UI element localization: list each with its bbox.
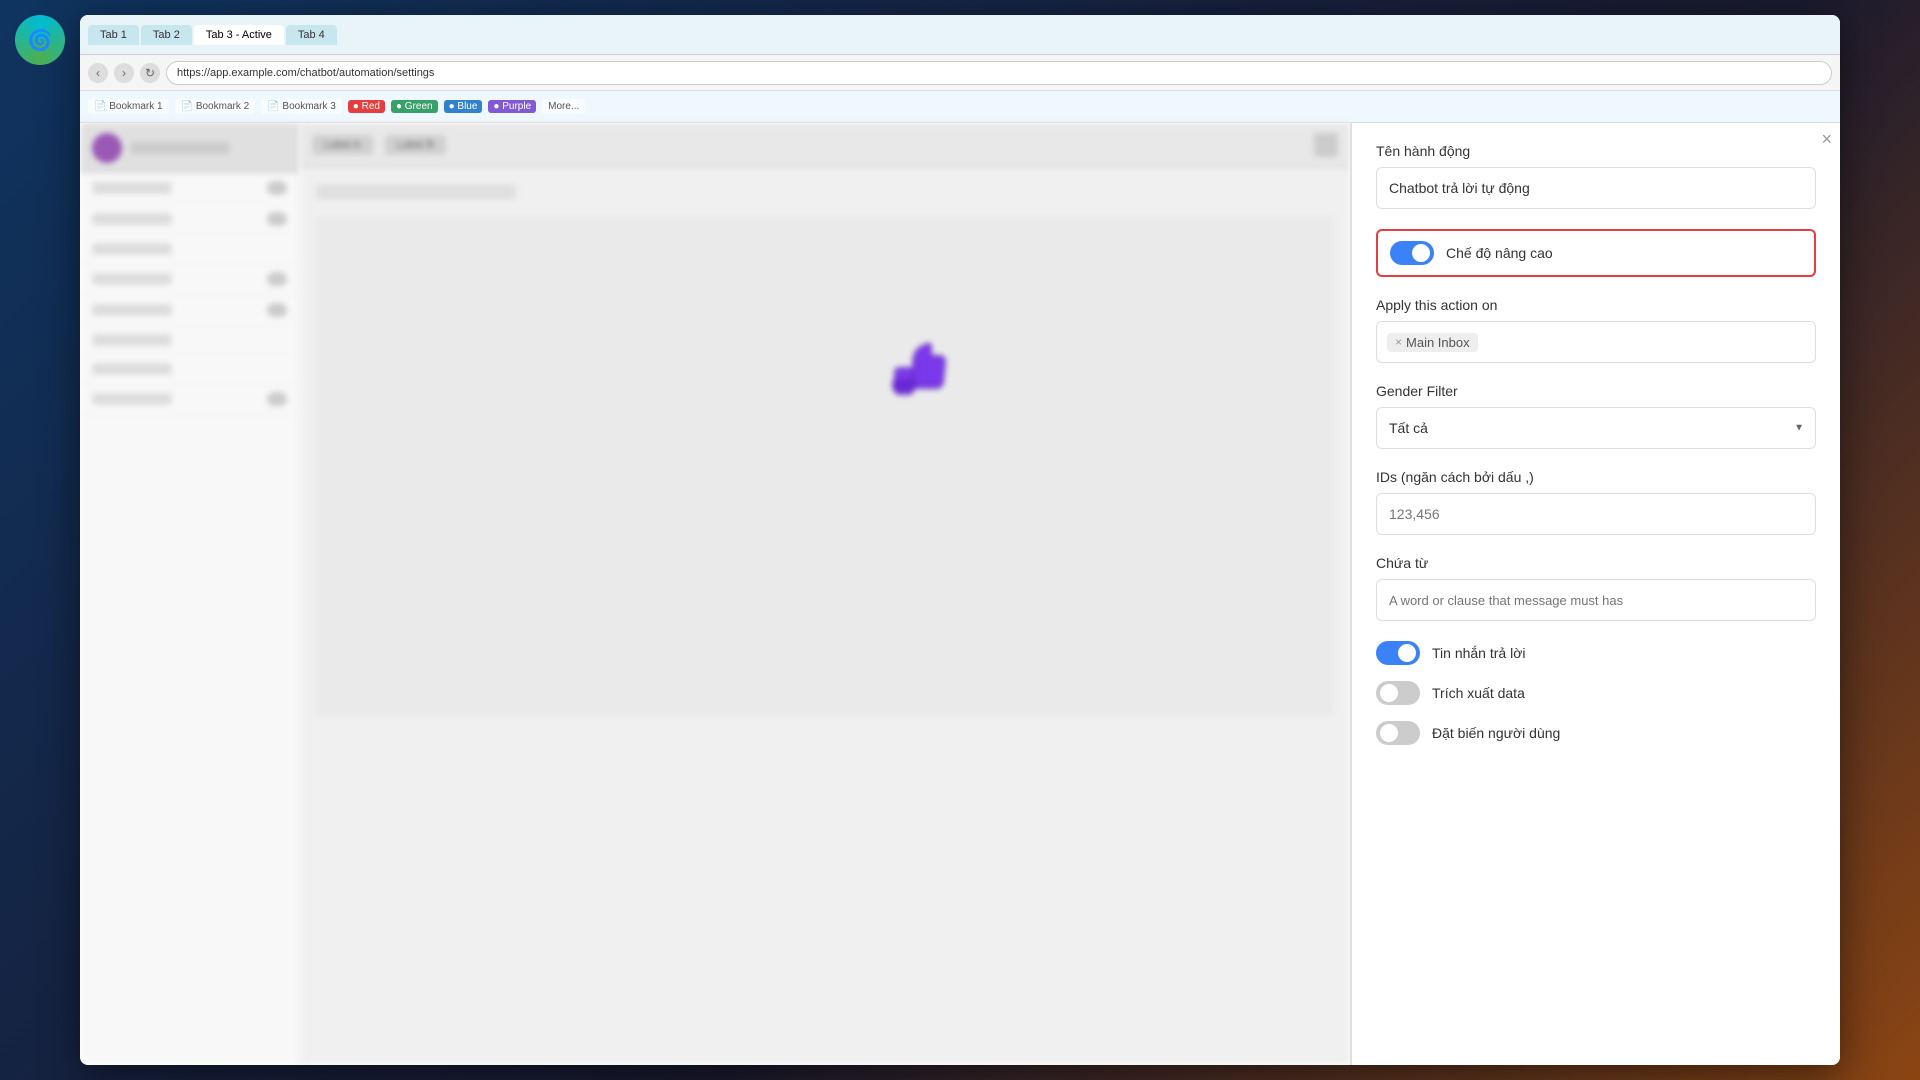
sidebar-item-5[interactable] — [80, 295, 299, 326]
bookmarks-bar: 📄 Bookmark 1 📄 Bookmark 2 📄 Bookmark 3 ●… — [80, 91, 1840, 123]
chua-tu-group: Chứa từ — [1376, 555, 1816, 621]
sidebar-item-label-4 — [92, 273, 172, 285]
browser-tab-4[interactable]: Tab 4 — [286, 25, 337, 45]
main-tab-close — [1314, 133, 1338, 157]
apply-on-group: Apply this action on × Main Inbox — [1376, 297, 1816, 363]
sidebar-item-6[interactable] — [80, 326, 299, 355]
advanced-mode-row: Chế độ nâng cao — [1376, 229, 1816, 277]
tag-label: Main Inbox — [1406, 335, 1470, 350]
gender-filter-wrapper: Tất cả Nam Nữ — [1376, 407, 1816, 449]
tin-nhan-label: Tin nhắn trả lời — [1432, 645, 1525, 661]
trich-xuat-slider — [1376, 681, 1420, 705]
dat-bien-row: Đặt biến người dùng — [1376, 721, 1816, 745]
app-area: Label A Label B — [80, 123, 1840, 1065]
sidebar-item-7[interactable] — [80, 355, 299, 384]
browser-tabbar: Tab 1 Tab 2 Tab 3 - Active Tab 4 — [80, 15, 1840, 55]
sidebar-badge-8 — [267, 392, 287, 406]
apply-on-tag: × Main Inbox — [1387, 333, 1478, 352]
ids-group: IDs (ngăn cách bởi dấu ,) — [1376, 469, 1816, 535]
sidebar-item-3[interactable] — [80, 235, 299, 264]
tin-nhan-row: Tin nhắn trả lời — [1376, 641, 1816, 665]
advanced-mode-toggle[interactable] — [1390, 241, 1434, 265]
advanced-mode-slider — [1390, 241, 1434, 265]
bookmark-1[interactable]: 📄 Bookmark 1 — [88, 99, 169, 114]
sidebar-item-label-5 — [92, 304, 172, 316]
sidebar-item-label-7 — [92, 363, 172, 375]
browser-tab-1[interactable]: Tab 1 — [88, 25, 139, 45]
browser-tab-2[interactable]: Tab 2 — [141, 25, 192, 45]
sidebar-item-4[interactable] — [80, 264, 299, 295]
browser-refresh-button[interactable]: ↻ — [140, 63, 160, 83]
main-tab-2: Label B — [385, 135, 446, 155]
sidebar — [80, 123, 300, 1065]
sidebar-item-1[interactable] — [80, 173, 299, 204]
main-content: Label A Label B — [300, 123, 1350, 1065]
gender-filter-group: Gender Filter Tất cả Nam Nữ — [1376, 383, 1816, 449]
sidebar-item-label-1 — [92, 182, 172, 194]
bookmark-2[interactable]: 📄 Bookmark 2 — [175, 99, 256, 114]
main-content-header: Label A Label B — [300, 123, 1350, 168]
bookmark-blue[interactable]: ● Blue — [444, 100, 483, 113]
gender-filter-select[interactable]: Tất cả Nam Nữ — [1376, 407, 1816, 449]
browser-tab-3[interactable]: Tab 3 - Active — [194, 25, 284, 45]
chua-tu-input[interactable] — [1376, 579, 1816, 621]
logo-area: 🌀 — [15, 15, 65, 65]
sidebar-badge-1 — [267, 181, 287, 195]
panel-body: × Tên hành động Chế độ nâng cao Appl — [1352, 123, 1840, 781]
bookmark-more[interactable]: More... — [542, 99, 585, 114]
sidebar-badge-5 — [267, 303, 287, 317]
dat-bien-label: Đặt biến người dùng — [1432, 725, 1560, 741]
ids-input[interactable] — [1376, 493, 1816, 535]
tin-nhan-slider — [1376, 641, 1420, 665]
action-name-label: Tên hành động — [1376, 143, 1816, 159]
main-body — [300, 168, 1350, 732]
tin-nhan-toggle[interactable] — [1376, 641, 1420, 665]
sidebar-item-label-2 — [92, 213, 172, 225]
browser-tabs: Tab 1 Tab 2 Tab 3 - Active Tab 4 — [88, 25, 1832, 45]
bookmark-3[interactable]: 📄 Bookmark 3 — [261, 99, 342, 114]
advanced-mode-label: Chế độ nâng cao — [1446, 245, 1553, 261]
sidebar-username — [130, 142, 230, 154]
sidebar-item-label-6 — [92, 334, 172, 346]
bookmark-purple[interactable]: ● Purple — [488, 100, 536, 113]
sidebar-header — [80, 123, 299, 173]
dat-bien-slider — [1376, 721, 1420, 745]
browser-back-button[interactable]: ‹ — [88, 63, 108, 83]
thumbs-up-icon — [880, 323, 960, 403]
sidebar-item-8[interactable] — [80, 384, 299, 415]
main-tab-1: Label A — [312, 135, 373, 155]
tag-remove-icon[interactable]: × — [1395, 335, 1402, 349]
bookmark-red[interactable]: ● Red — [348, 100, 385, 113]
main-list — [316, 216, 1334, 716]
browser-forward-button[interactable]: › — [114, 63, 134, 83]
apply-on-label: Apply this action on — [1376, 297, 1816, 313]
gender-filter-label: Gender Filter — [1376, 383, 1816, 399]
sidebar-avatar — [92, 133, 122, 163]
panel-close-button[interactable]: × — [1821, 129, 1832, 150]
dat-bien-toggle[interactable] — [1376, 721, 1420, 745]
ids-label: IDs (ngăn cách bởi dấu ,) — [1376, 469, 1816, 485]
chua-tu-label: Chứa từ — [1376, 555, 1816, 571]
main-title — [316, 184, 516, 200]
browser-window: Tab 1 Tab 2 Tab 3 - Active Tab 4 ‹ › ↻ 📄… — [80, 15, 1840, 1065]
action-name-input[interactable] — [1376, 167, 1816, 209]
sidebar-badge-4 — [267, 272, 287, 286]
browser-addressbar: ‹ › ↻ — [80, 55, 1840, 91]
right-panel: × Tên hành động Chế độ nâng cao Appl — [1350, 123, 1840, 1065]
logo-icon: 🌀 — [15, 15, 65, 65]
sidebar-item-2[interactable] — [80, 204, 299, 235]
apply-on-tag-input[interactable]: × Main Inbox — [1376, 321, 1816, 363]
trich-xuat-label: Trích xuất data — [1432, 685, 1525, 701]
trich-xuat-row: Trích xuất data — [1376, 681, 1816, 705]
action-name-group: Tên hành động — [1376, 143, 1816, 209]
sidebar-item-label-8 — [92, 393, 172, 405]
browser-address-input[interactable] — [166, 61, 1832, 85]
trich-xuat-toggle[interactable] — [1376, 681, 1420, 705]
sidebar-badge-2 — [267, 212, 287, 226]
sidebar-item-label-3 — [92, 243, 172, 255]
bookmark-green[interactable]: ● Green — [391, 100, 438, 113]
